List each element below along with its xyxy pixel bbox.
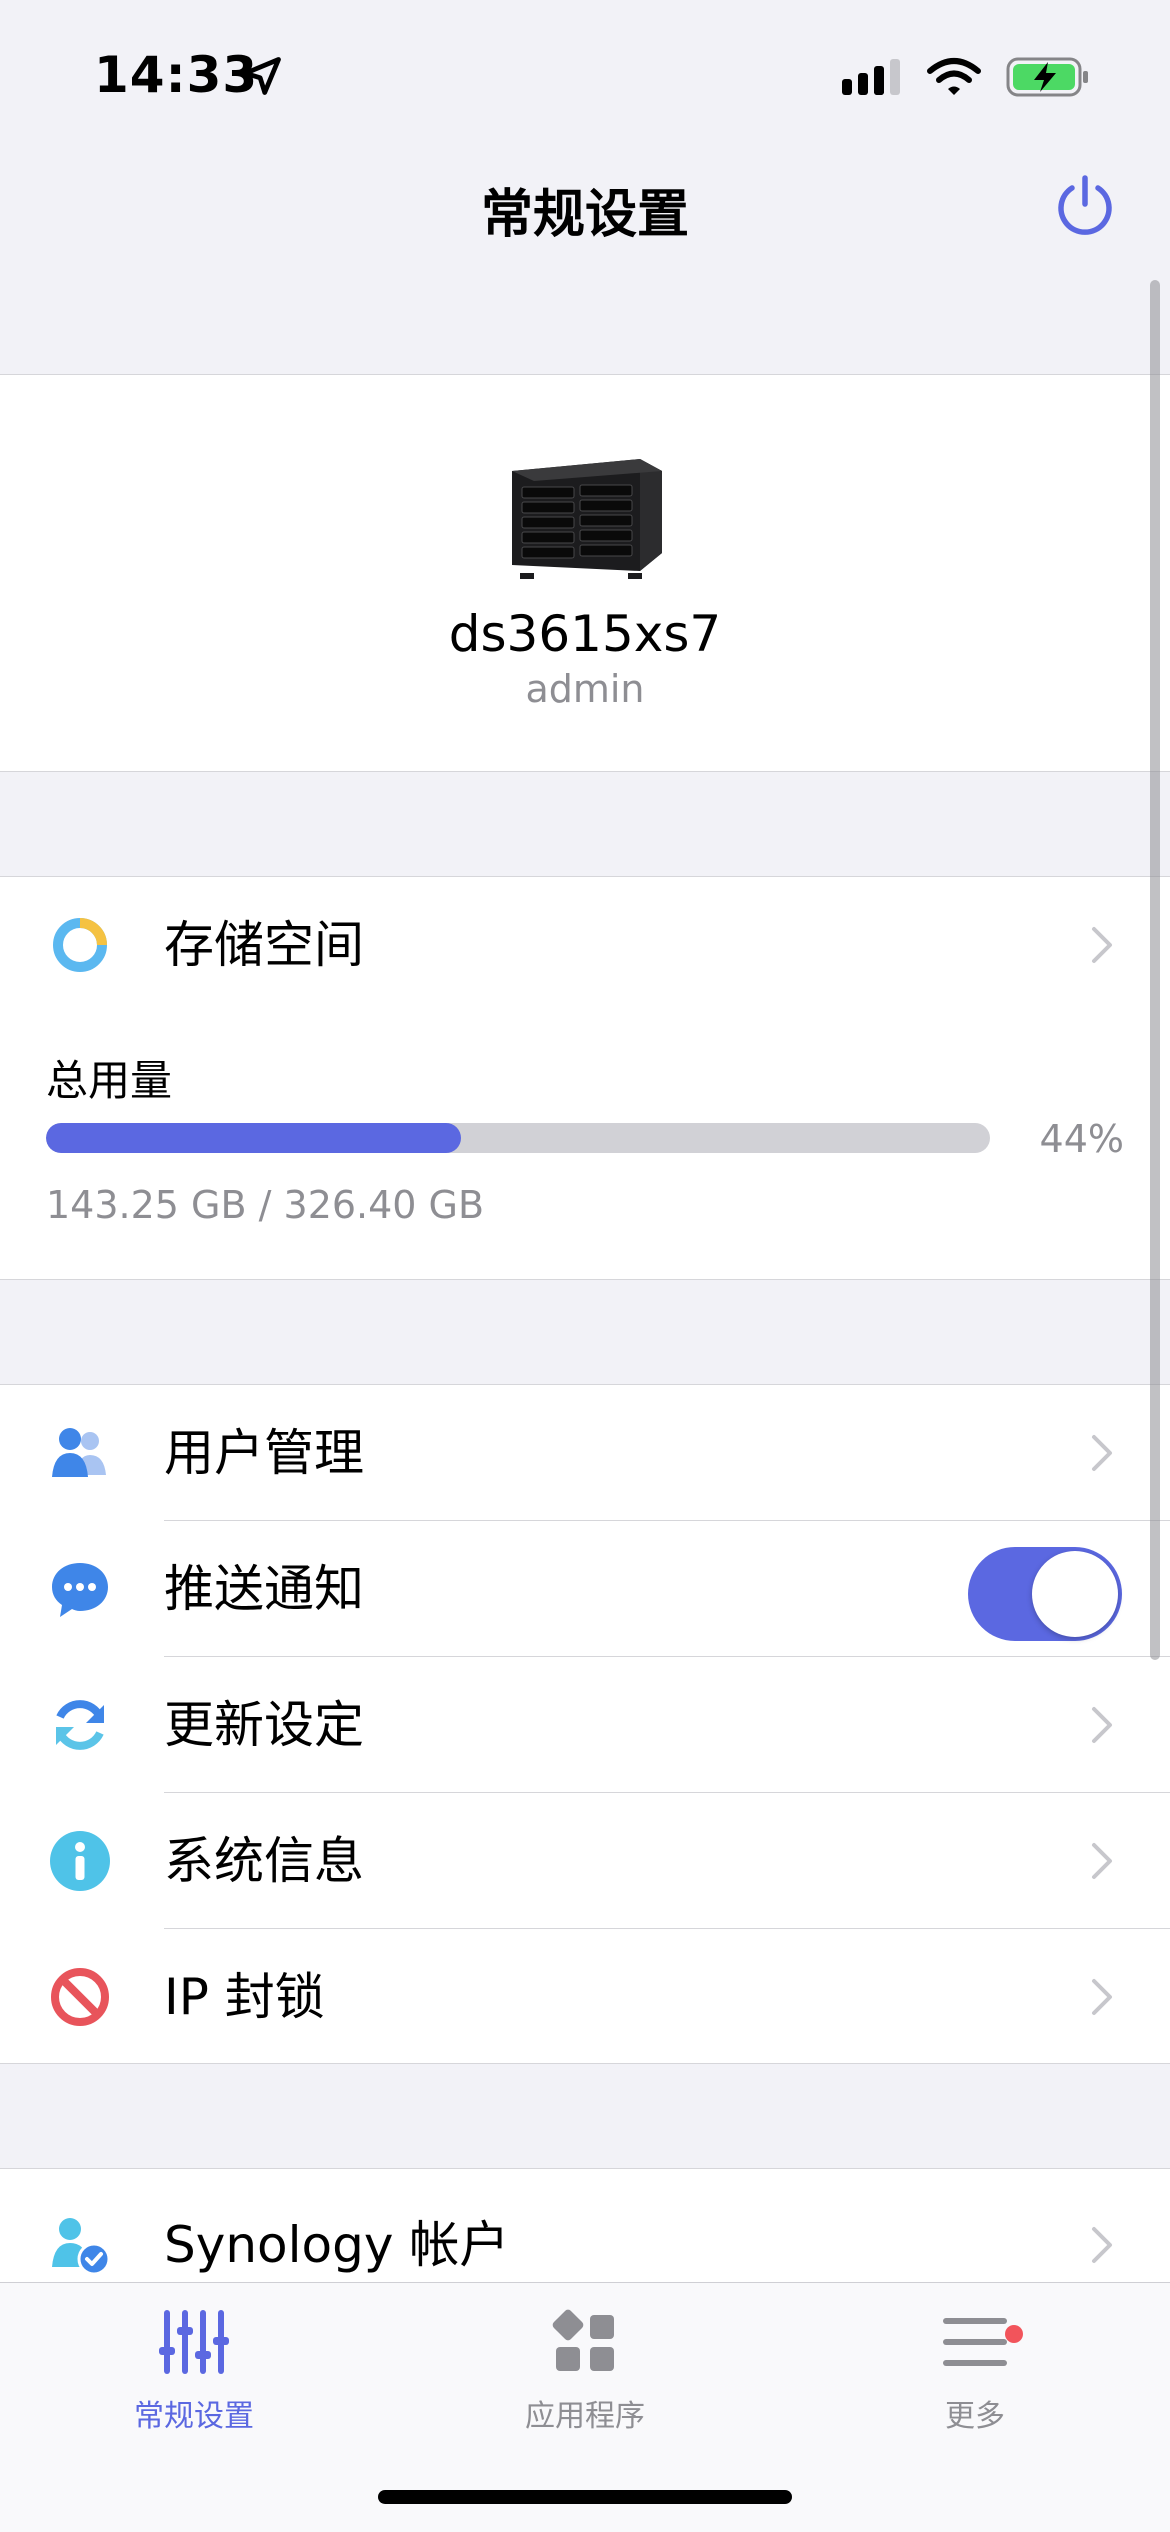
tab-label: 常规设置: [134, 2399, 254, 2434]
block-icon: [51, 1968, 109, 2026]
status-icons: [840, 52, 1090, 102]
battery-charging-icon: [1006, 57, 1088, 97]
status-bar: 14:33: [0, 0, 1170, 150]
storage-row[interactable]: 存储空间: [0, 877, 1170, 1011]
storage-donut-icon: [53, 918, 107, 972]
home-indicator: [378, 2490, 792, 2504]
chevron-right-icon: [1092, 1435, 1112, 1471]
settings-item-ip-block[interactable]: IP 封锁: [0, 1929, 1170, 2065]
status-time: 14:33: [94, 46, 259, 104]
wifi-icon: [927, 58, 981, 95]
sliders-icon: [159, 2310, 229, 2374]
usage-detail: 143.25 GB / 326.40 GB: [46, 1183, 485, 1227]
settings-item-label: Synology 帐户: [164, 2216, 510, 2274]
apps-icon: [552, 2309, 614, 2371]
tab-applications[interactable]: 应用程序: [435, 2307, 735, 2435]
tab-label: 应用程序: [525, 2399, 645, 2434]
settings-item-label: 推送通知: [164, 1560, 364, 1618]
storage-label: 存储空间: [164, 916, 364, 974]
tab-more[interactable]: 更多: [825, 2307, 1125, 2435]
location-arrow-icon: [243, 57, 281, 95]
settings-item-update[interactable]: 更新设定: [0, 1657, 1170, 1793]
chevron-right-icon: [1092, 1707, 1112, 1743]
usage-progress-bar: [46, 1123, 990, 1153]
chat-bubble-icon: [52, 1563, 108, 1617]
tab-general-settings[interactable]: 常规设置: [44, 2307, 344, 2435]
device-name: ds3615xs7: [448, 605, 722, 663]
power-icon[interactable]: [1050, 172, 1120, 242]
user-check-icon: [52, 2218, 111, 2276]
toggle-knob: [1032, 1551, 1118, 1637]
usage-percent: 44%: [1039, 1117, 1124, 1161]
settings-item-label: 更新设定: [164, 1696, 364, 1754]
tab-label: 更多: [945, 2399, 1005, 2434]
settings-list: 用户管理 推送通知 更新设定 系统信息 IP 封锁: [0, 1384, 1170, 2064]
page-title: 常规设置: [480, 185, 689, 245]
chevron-right-icon: [1092, 1843, 1112, 1879]
settings-item-label: 用户管理: [164, 1424, 364, 1482]
notification-badge: [1005, 2325, 1023, 2343]
usage-progress-fill: [46, 1123, 462, 1153]
scroll-indicator[interactable]: [1150, 280, 1160, 1660]
settings-item-label: 系统信息: [164, 1832, 364, 1890]
chevron-right-icon: [1092, 2227, 1112, 2263]
chevron-right-icon: [1092, 927, 1112, 963]
refresh-icon: [56, 1700, 104, 1750]
cellular-signal-icon: [842, 59, 900, 95]
usage-label: 总用量: [46, 1056, 173, 1105]
settings-item-system-info[interactable]: 系统信息: [0, 1793, 1170, 1929]
info-icon: [50, 1831, 110, 1891]
storage-card: 存储空间 总用量 44% 143.25 GB / 326.40 GB: [0, 876, 1170, 1280]
push-notification-toggle[interactable]: [968, 1547, 1122, 1641]
device-user: admin: [525, 667, 645, 711]
device-card: ds3615xs7 admin: [0, 374, 1170, 772]
users-icon: [52, 1428, 106, 1477]
nas-device-image: [512, 459, 662, 579]
chevron-right-icon: [1092, 1979, 1112, 2015]
settings-item-users[interactable]: 用户管理: [0, 1385, 1170, 1521]
settings-item-push-notification: 推送通知: [0, 1521, 1170, 1657]
menu-icon: [943, 2318, 1007, 2366]
settings-item-label: IP 封锁: [164, 1968, 325, 2026]
